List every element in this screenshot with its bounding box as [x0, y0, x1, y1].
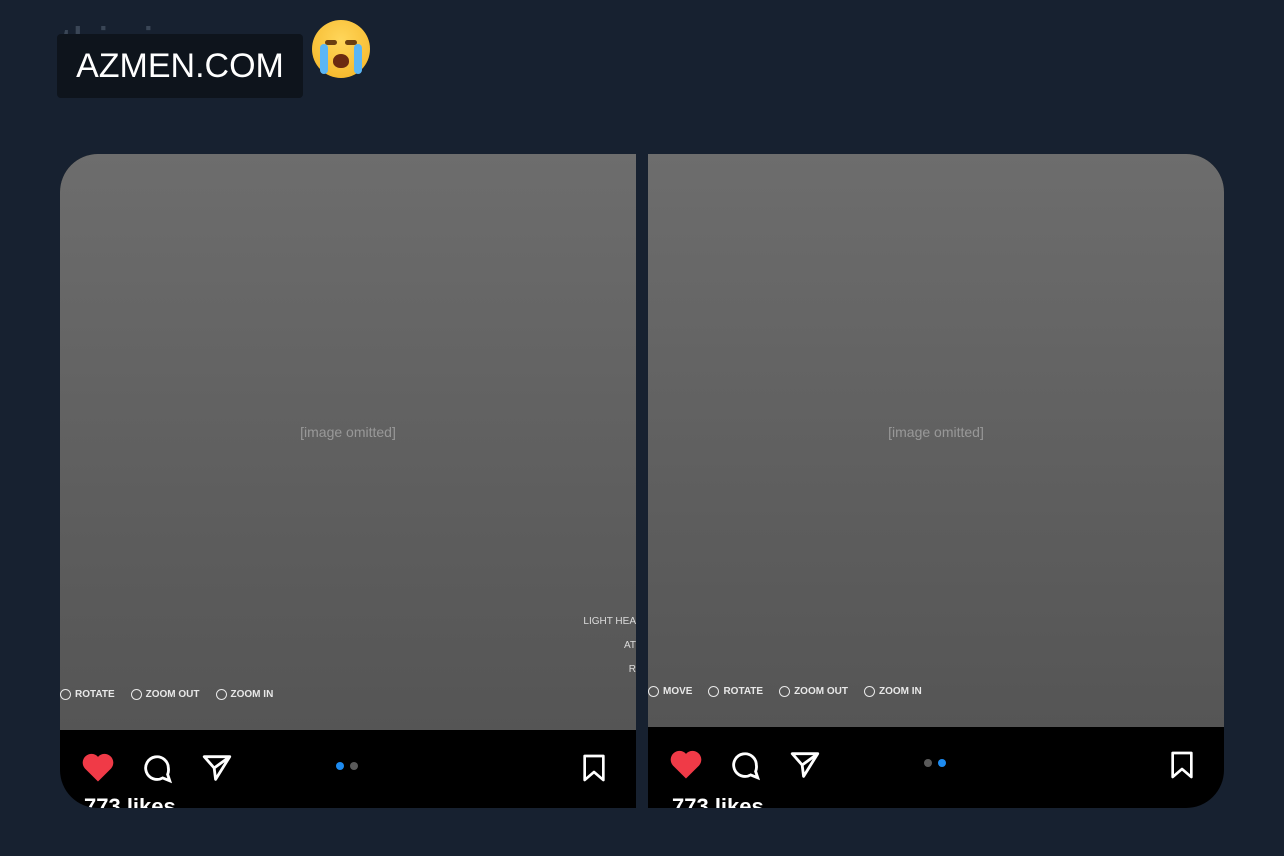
emoji-tear-left: [320, 44, 328, 74]
hud-side-panel: LIGHT HEA AT R: [583, 610, 636, 682]
hud-side-line: LIGHT HEA: [583, 616, 636, 627]
game-controls-hud: ROTATE ZOOM OUT ZOOM IN: [60, 689, 273, 700]
loudly-crying-face-icon: [312, 20, 370, 78]
hud-side-line: AT: [623, 640, 636, 651]
hud-side-line: R: [628, 664, 636, 675]
bookmark-icon[interactable]: [578, 751, 610, 785]
trigger-icon: [779, 686, 791, 697]
bookmark-icon[interactable]: [1166, 748, 1198, 782]
post-card-1: [image omitted] ROTATE ZOOM OUT ZOOM IN …: [60, 154, 636, 808]
post-image-1[interactable]: [image omitted] ROTATE ZOOM OUT ZOOM IN …: [60, 154, 636, 730]
post-action-bar: [60, 736, 636, 796]
hud-move: MOVE: [648, 686, 692, 697]
media-placeholder: [image omitted]: [300, 424, 396, 440]
stick-icon: [708, 686, 720, 697]
trigger-icon: [130, 689, 142, 700]
watermark-label: AZMEN.COM: [57, 34, 303, 98]
trigger-icon: [863, 686, 875, 697]
share-icon[interactable]: [788, 748, 822, 782]
share-icon[interactable]: [200, 751, 234, 785]
hud-rotate: ROTATE: [60, 689, 115, 700]
carousel-dot-2[interactable]: [938, 759, 946, 767]
post-image-2[interactable]: [image omitted] MOVE ROTATE ZOOM OUT ZOO…: [648, 154, 1224, 727]
heart-icon[interactable]: [80, 751, 116, 783]
hud-rotate: ROTATE: [708, 686, 763, 697]
comment-icon[interactable]: [140, 751, 174, 785]
hud-zoom-out: ZOOM OUT: [130, 689, 200, 700]
likes-count[interactable]: 773 likes: [672, 794, 764, 808]
hud-zoom-out: ZOOM OUT: [779, 686, 848, 697]
hud-zoom-in: ZOOM IN: [863, 686, 922, 697]
media-placeholder: [image omitted]: [888, 424, 984, 440]
likes-count[interactable]: 773 likes: [84, 794, 176, 808]
hud-zoom-in: ZOOM IN: [215, 689, 273, 700]
comment-icon[interactable]: [728, 748, 762, 782]
post-card-2: [image omitted] MOVE ROTATE ZOOM OUT ZOO…: [648, 154, 1224, 808]
carousel-dot-1[interactable]: [924, 759, 932, 767]
game-controls-hud: MOVE ROTATE ZOOM OUT ZOOM IN: [648, 686, 922, 697]
carousel-dot-2[interactable]: [350, 762, 358, 770]
carousel-dots: [924, 759, 946, 767]
page: this is so- AZMEN.COM [image omitted] RO…: [0, 0, 1284, 856]
carousel-dot-1[interactable]: [336, 762, 344, 770]
post-action-bar: [648, 733, 1224, 793]
emoji-mouth: [333, 54, 349, 68]
carousel-dots: [336, 762, 358, 770]
stick-icon: [60, 689, 71, 700]
trigger-icon: [215, 689, 227, 700]
stick-icon: [648, 686, 659, 697]
emoji-tear-right: [354, 44, 362, 74]
heart-icon[interactable]: [668, 748, 704, 780]
